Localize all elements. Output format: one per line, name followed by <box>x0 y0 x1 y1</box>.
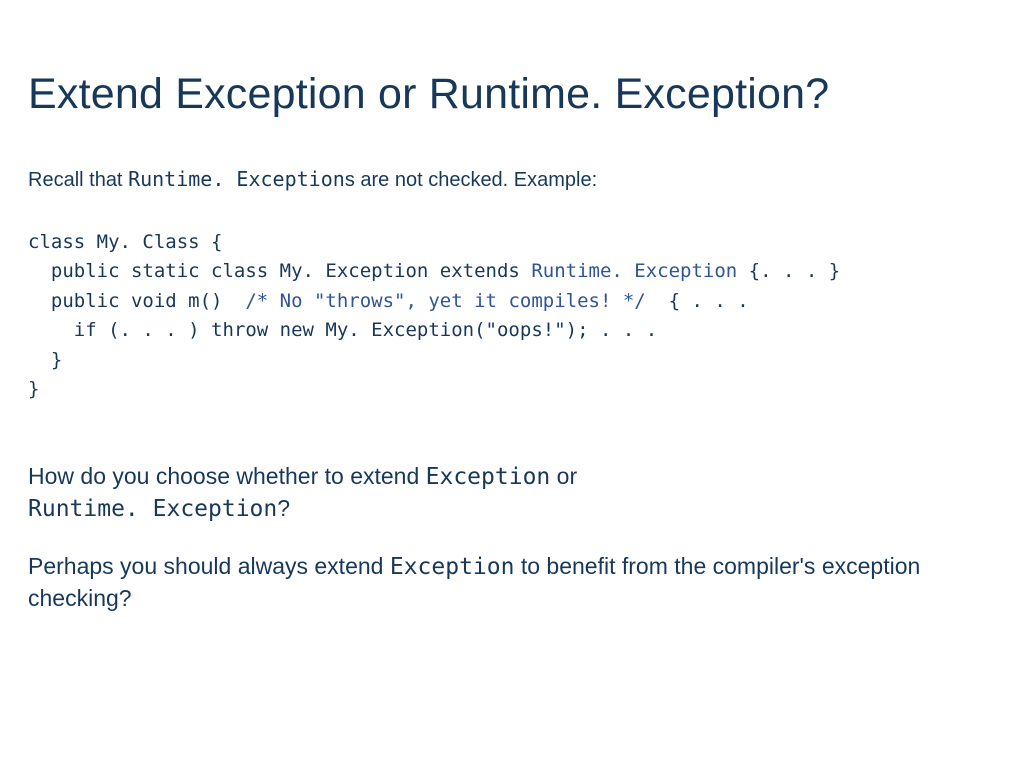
slide: Extend Exception or Runtime. Exception? … <box>0 0 1024 680</box>
intro-code: Runtime. Exception <box>128 167 345 191</box>
code-line-3c: { . . . <box>646 290 749 312</box>
question-2: Perhaps you should always extend Excepti… <box>28 551 996 614</box>
q1-pre: How do you choose whether to extend <box>28 463 426 489</box>
intro-text-post: s are not checked. Example: <box>345 169 597 191</box>
q2-pre: Perhaps you should always extend <box>28 553 390 579</box>
code-line-1: class My. Class { <box>28 231 222 253</box>
code-line-6: } <box>28 378 39 400</box>
code-line-3a: public void m() <box>28 290 245 312</box>
intro-text-pre: Recall that <box>28 169 128 191</box>
code-line-5: } <box>28 349 62 371</box>
code-runtime-exception: Runtime. Exception <box>531 260 737 282</box>
slide-title: Extend Exception or Runtime. Exception? <box>28 70 996 119</box>
code-comment: /* No "throws", yet it compiles! */ <box>245 290 645 312</box>
code-line-2a: public static class My. Exception extend… <box>28 260 531 282</box>
code-line-4: if (. . . ) throw new My. Exception("oop… <box>28 319 657 341</box>
q2-code-exception: Exception <box>390 554 515 580</box>
q1-post: ? <box>277 495 290 521</box>
intro-paragraph: Recall that Runtime. Exceptions are not … <box>28 167 996 192</box>
q1-code-runtime: Runtime. Exception <box>28 496 277 522</box>
code-line-2c: {. . . } <box>737 260 840 282</box>
q1-code-exception: Exception <box>426 464 551 490</box>
q1-mid: or <box>550 463 577 489</box>
code-block: class My. Class { public static class My… <box>28 228 996 405</box>
question-1: How do you choose whether to extend Exce… <box>28 461 996 525</box>
